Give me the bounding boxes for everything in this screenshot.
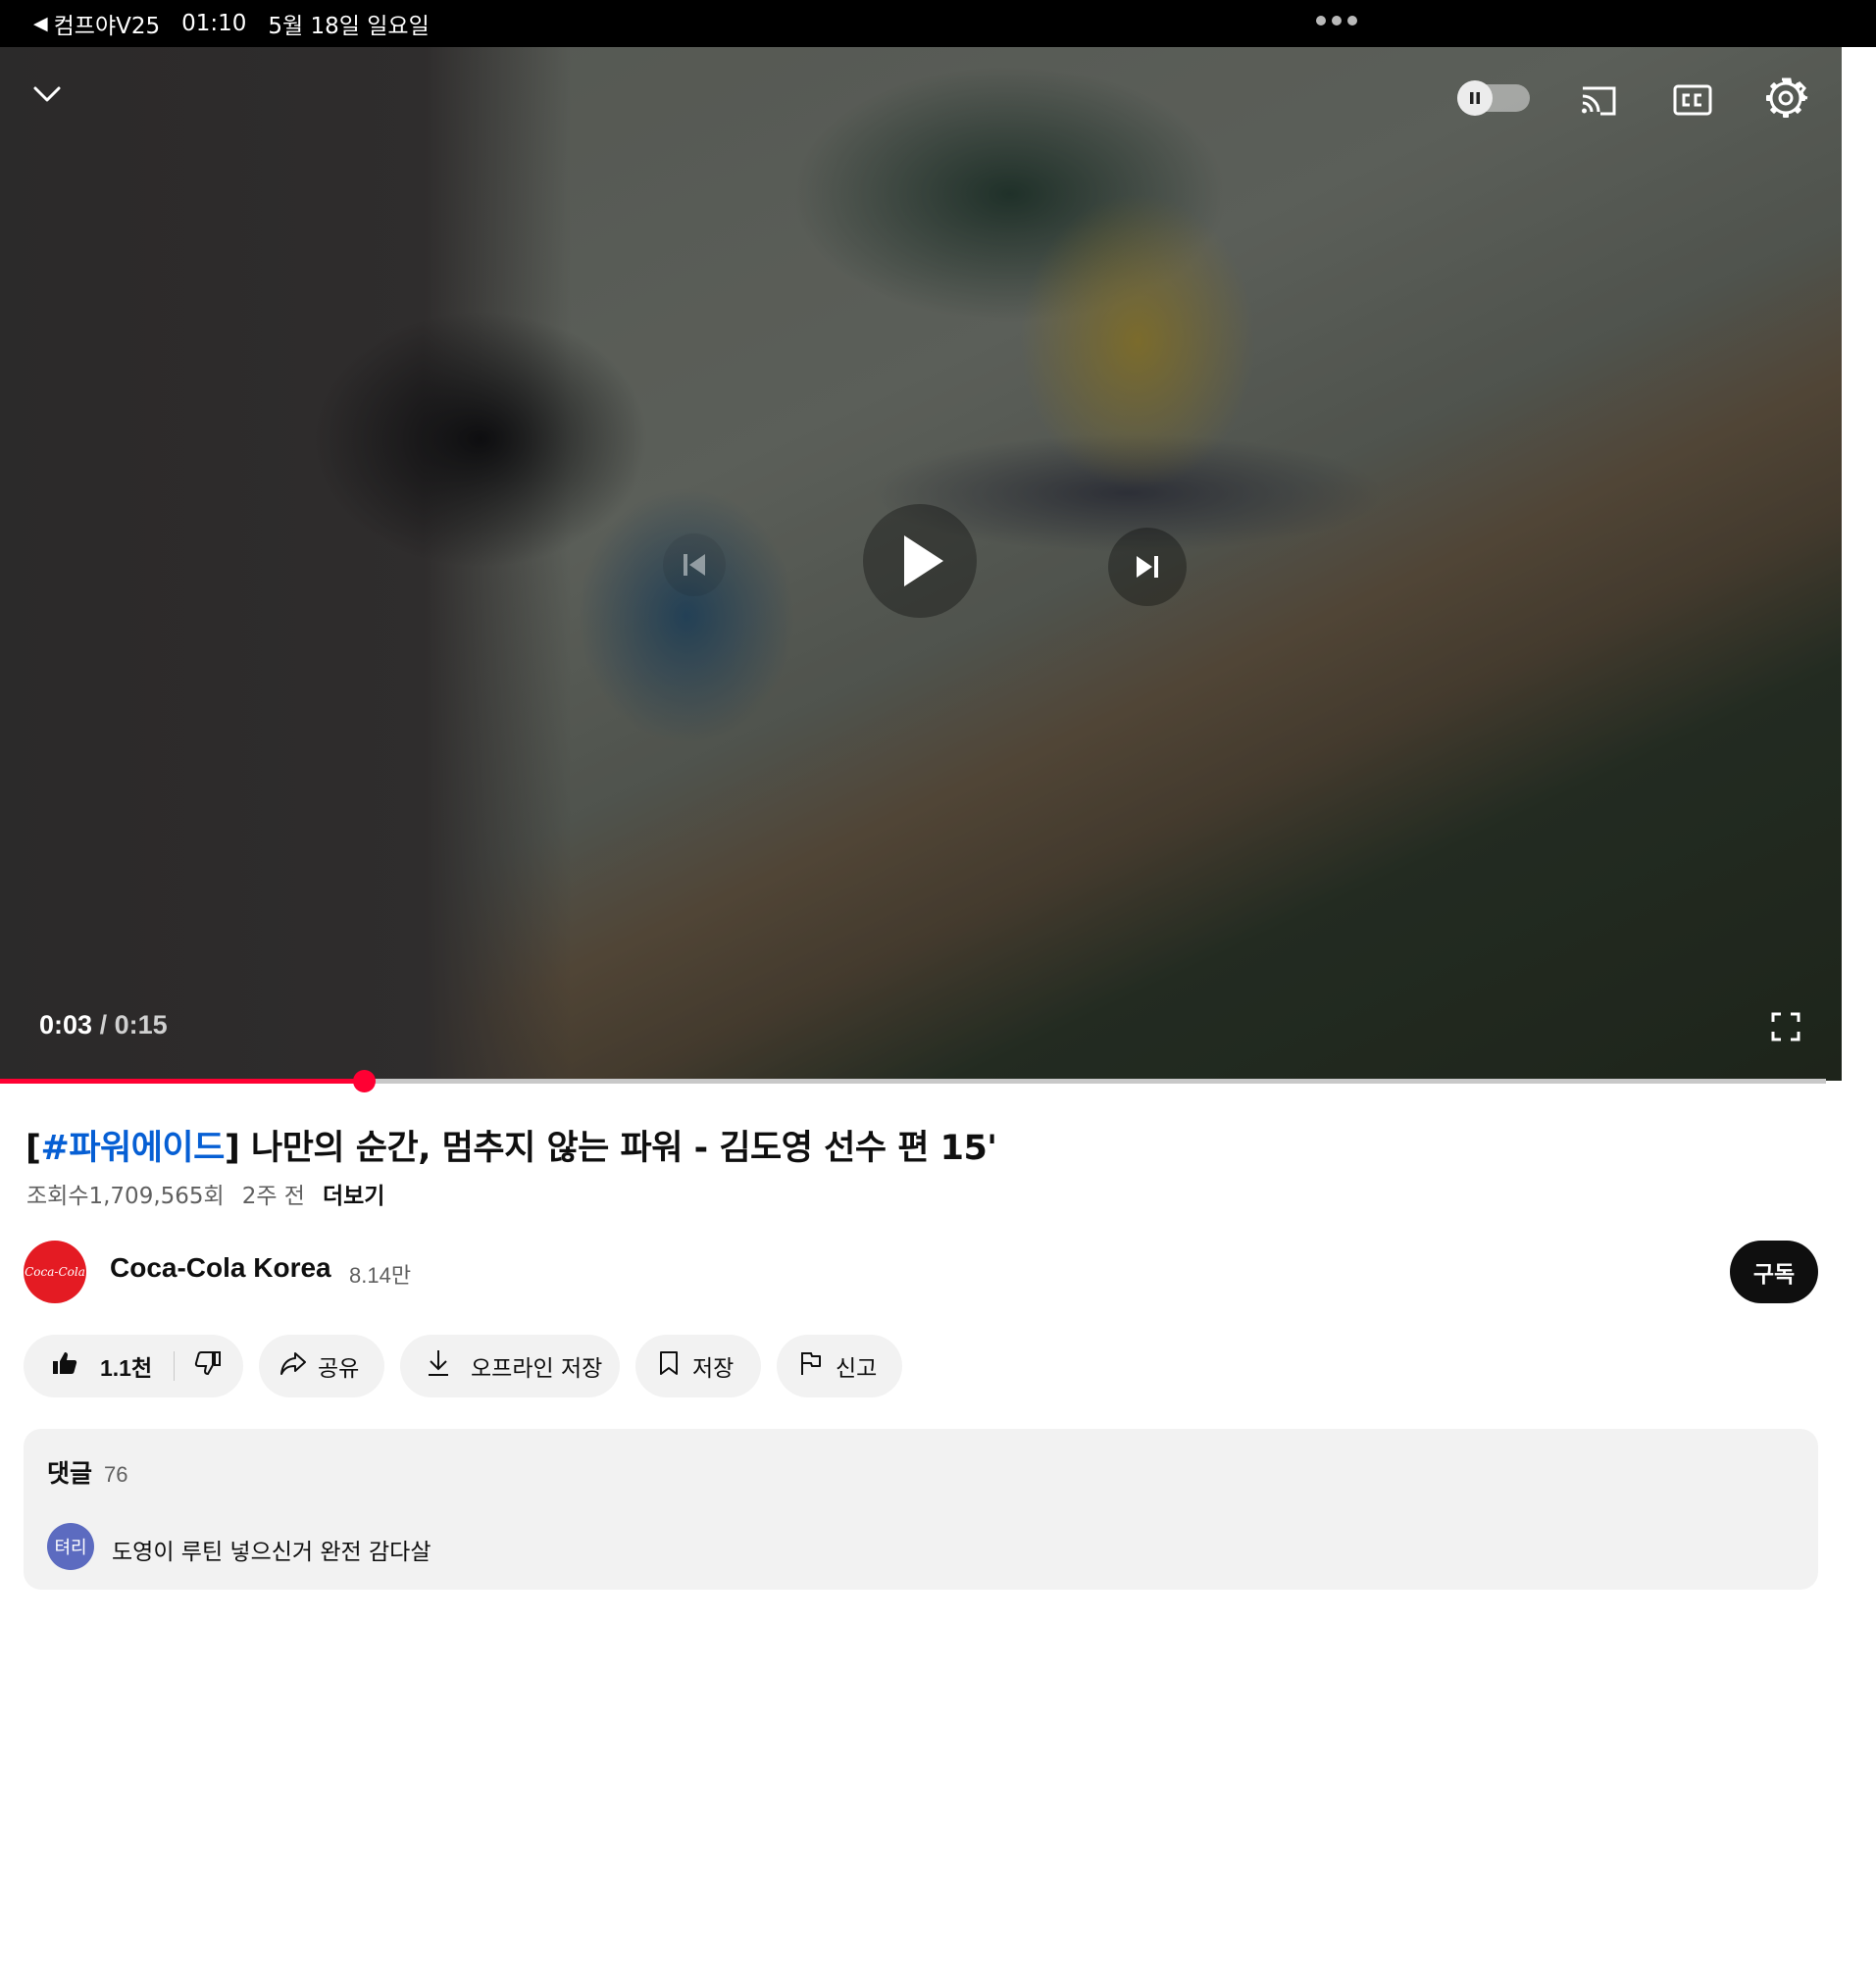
fullscreen-icon[interactable]: [1769, 1010, 1802, 1043]
thumbs-down-icon[interactable]: [194, 1349, 222, 1383]
report-button[interactable]: 신고: [777, 1335, 902, 1397]
video-meta[interactable]: 조회수1,709,565회 2주 전 더보기: [26, 1177, 384, 1210]
progress-scrubber-handle[interactable]: [353, 1070, 376, 1092]
autoplay-toggle[interactable]: [1457, 80, 1530, 116]
time-display: 0:03 / 0:15: [39, 1010, 168, 1040]
like-count[interactable]: 1.1천: [100, 1349, 152, 1383]
status-bar: ◀ 컴프야V25 01:10 5월 18일 일요일: [0, 0, 1876, 47]
view-count: 조회수1,709,565회: [26, 1184, 225, 1209]
play-icon[interactable]: [863, 504, 977, 618]
gear-icon[interactable]: [1763, 76, 1808, 121]
bookmark-icon: [657, 1349, 681, 1383]
thumbs-up-icon[interactable]: [51, 1349, 78, 1383]
comments-heading: 댓글 76: [47, 1454, 128, 1490]
report-label: 신고: [836, 1356, 878, 1382]
flag-icon: [798, 1349, 824, 1383]
like-divider: [174, 1351, 176, 1381]
subscribe-button[interactable]: 구독: [1730, 1241, 1818, 1303]
back-to-app-label[interactable]: 컴프야V25: [54, 7, 160, 40]
comments-label: 댓글: [47, 1459, 93, 1488]
back-arrow-icon[interactable]: ◀: [33, 13, 48, 34]
pause-icon: [1457, 80, 1493, 116]
channel-name[interactable]: Coca-Cola Korea: [110, 1252, 331, 1284]
share-label: 공유: [318, 1356, 360, 1382]
coca-cola-logo: Coca-Cola: [25, 1265, 85, 1279]
channel-avatar[interactable]: Coca-Cola: [24, 1241, 86, 1303]
progress-bar[interactable]: [0, 1070, 1826, 1092]
cc-icon[interactable]: [1671, 78, 1714, 122]
video-title: [#파워에이드] 나만의 순간, 멈추지 않는 파워 - 김도영 선수 편 15…: [25, 1120, 997, 1170]
status-date: 5월 18일 일요일: [268, 14, 430, 39]
subscriber-count: 8.14만: [349, 1263, 412, 1288]
top-comment-text: 도영이 루틴 넣으신거 완전 감다살: [112, 1540, 431, 1565]
download-label: 오프라인 저장: [471, 1356, 603, 1382]
skip-previous-icon[interactable]: [663, 533, 726, 596]
commenter-avatar: 텨리: [47, 1523, 94, 1570]
title-hashtag-link[interactable]: #파워에이드: [41, 1129, 226, 1168]
save-label: 저장: [692, 1356, 735, 1382]
save-button[interactable]: 저장: [635, 1335, 761, 1397]
current-time: 0:03: [39, 1010, 93, 1040]
upload-age: 2주 전: [241, 1184, 305, 1209]
download-button[interactable]: 오프라인 저장: [400, 1335, 620, 1397]
comments-section[interactable]: 댓글 76 텨리 도영이 루틴 넣으신거 완전 감다살: [24, 1429, 1818, 1590]
status-bar-left: ◀ 컴프야V25 01:10 5월 18일 일요일: [33, 0, 430, 47]
duration: 0:15: [114, 1010, 168, 1040]
time-separator: /: [99, 1010, 108, 1040]
like-dislike-pill: 1.1천: [24, 1335, 243, 1397]
progress-played: [0, 1079, 365, 1084]
comments-count: 76: [104, 1462, 128, 1487]
more-button[interactable]: 더보기: [323, 1177, 384, 1210]
download-icon: [426, 1348, 451, 1384]
chevron-down-icon[interactable]: [27, 75, 67, 114]
share-button[interactable]: 공유: [259, 1335, 384, 1397]
status-time: 01:10: [181, 11, 247, 36]
share-icon: [279, 1349, 308, 1383]
video-player[interactable]: 0:03 / 0:15: [0, 47, 1842, 1081]
skip-next-icon[interactable]: [1108, 528, 1187, 606]
title-open-bracket: [: [25, 1129, 41, 1168]
multitasking-dots-icon[interactable]: [1316, 16, 1357, 25]
cast-icon[interactable]: [1577, 78, 1620, 122]
title-text: ] 나만의 순간, 멈추지 않는 파워 - 김도영 선수 편 15': [224, 1129, 997, 1168]
